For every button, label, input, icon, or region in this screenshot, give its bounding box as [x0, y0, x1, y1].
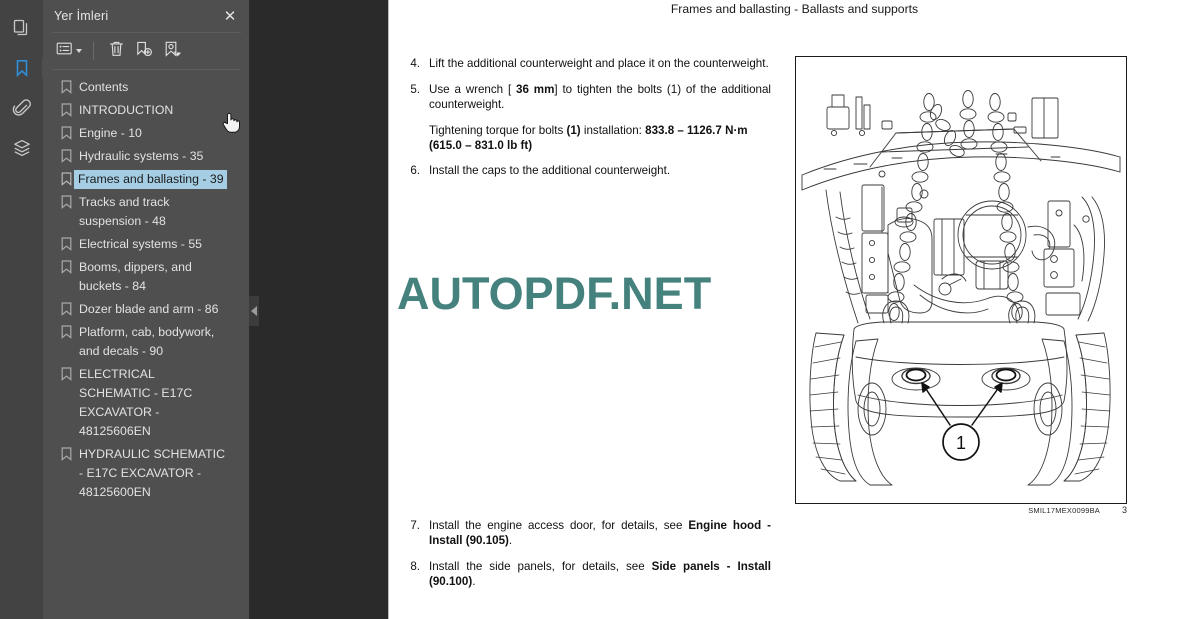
- instruction-step: 8. Install the side panels, for details, …: [401, 559, 771, 589]
- bookmark-item-label: Dozer blade and arm - 86: [79, 302, 219, 316]
- bookmark-item-icon: [58, 170, 74, 188]
- pdf-page: Frames and ballasting - Ballasts and sup…: [388, 0, 1200, 619]
- list-options-button[interactable]: [54, 38, 84, 64]
- bookmark-item-label: HYDRAULIC SCHEMATIC - E17C EXCAVATOR - 4…: [79, 447, 225, 499]
- instruction-step: 4. Lift the additional counterweight and …: [401, 56, 771, 71]
- rail-item-bookmarks[interactable]: [2, 48, 51, 88]
- instruction-steps-bottom: 7. Install the engine access door, for de…: [401, 518, 771, 600]
- bookmarks-toolbar: [44, 33, 249, 69]
- watermark: AUTOPDF.NET: [397, 268, 712, 319]
- delete-bookmark-button[interactable]: [103, 38, 129, 64]
- bookmark-item-icon: [58, 365, 74, 383]
- chevron-left-icon: [251, 306, 257, 316]
- step-number: 5.: [410, 83, 420, 96]
- bookmark-item-label: ELECTRICAL SCHEMATIC - E17C EXCAVATOR - …: [79, 367, 193, 438]
- rail-item-page-thumbnails[interactable]: [2, 8, 42, 48]
- technical-illustration: 1: [795, 56, 1127, 504]
- bookmark-item[interactable]: Tracks and track suspension - 48: [44, 191, 249, 233]
- step-number: 6.: [410, 164, 420, 177]
- list-options-icon: [56, 41, 73, 61]
- edit-bookmark-button[interactable]: [159, 38, 185, 64]
- step-text: Install the side panels, for details, se…: [429, 560, 771, 588]
- bookmark-item[interactable]: Electrical systems - 55: [44, 233, 249, 256]
- bookmark-add-icon: [135, 40, 153, 63]
- bookmark-item[interactable]: Booms, dippers, and buckets - 84: [44, 256, 249, 298]
- bookmark-item[interactable]: Frames and ballasting - 39: [44, 168, 249, 191]
- bookmark-item-icon: [58, 323, 74, 341]
- bookmark-item-label: INTRODUCTION: [79, 103, 174, 117]
- bookmark-item[interactable]: Hydraulic systems - 35: [44, 145, 249, 168]
- collapse-sidebar-handle[interactable]: [249, 296, 259, 326]
- bookmark-item[interactable]: Platform, cab, bodywork, and decals - 90: [44, 321, 249, 363]
- bookmark-item-icon: [58, 300, 74, 318]
- chevron-down-icon: [76, 49, 82, 53]
- trash-icon: [108, 40, 125, 63]
- instruction-step: 6. Install the caps to the additional cou…: [401, 163, 771, 178]
- rail-item-attachments[interactable]: [2, 88, 42, 128]
- step-text: Install the engine access door, for deta…: [429, 519, 771, 547]
- step-text: Use a wrench [ 36 mm] to tighten the bol…: [429, 83, 772, 111]
- bookmark-item[interactable]: HYDRAULIC SCHEMATIC - E17C EXCAVATOR - 4…: [44, 443, 249, 504]
- figure-code: SMIL17MEX0099BA: [1028, 506, 1100, 515]
- panel-header: Yer İmleri ✕: [44, 0, 249, 32]
- step-number: 7.: [410, 519, 420, 532]
- bookmark-item-label: Frames and ballasting - 39: [73, 169, 228, 190]
- bookmark-item-icon: [58, 193, 74, 211]
- bookmark-item[interactable]: Engine - 10: [44, 122, 249, 145]
- bookmark-item[interactable]: Dozer blade and arm - 86: [44, 298, 249, 321]
- figure-caption: SMIL17MEX0099BA 3: [795, 505, 1127, 515]
- document-viewer[interactable]: Frames and ballasting - Ballasts and sup…: [249, 0, 1200, 619]
- bookmark-item-label: Tracks and track suspension - 48: [79, 195, 170, 228]
- step-number: 4.: [410, 57, 420, 70]
- bookmark-list[interactable]: Contents INTRODUCTION Engine - 10 Hydraulic…: [44, 70, 249, 619]
- close-panel-button[interactable]: ✕: [217, 3, 243, 29]
- bookmark-item-label: Platform, cab, bodywork, and decals - 90: [79, 325, 215, 358]
- bookmark-item-icon: [58, 445, 74, 463]
- bookmark-item-label: Contents: [79, 80, 129, 94]
- step-text: Lift the additional counterweight and pl…: [429, 57, 769, 70]
- bookmark-item-icon: [58, 258, 74, 276]
- callout-number-1: 1: [956, 433, 966, 453]
- bookmark-item[interactable]: ELECTRICAL SCHEMATIC - E17C EXCAVATOR - …: [44, 363, 249, 443]
- instruction-step: 7. Install the engine access door, for de…: [401, 518, 771, 548]
- bookmark-item-label: Engine - 10: [79, 126, 142, 140]
- layers-icon: [12, 138, 32, 158]
- step-number: 8.: [410, 560, 420, 573]
- new-bookmark-button[interactable]: [131, 38, 157, 64]
- page-number: 3: [1121, 505, 1127, 515]
- bookmark-item[interactable]: INTRODUCTION: [44, 99, 249, 122]
- bookmarks-panel: Yer İmleri ✕ Contents INTRODUCTION Engin…: [44, 0, 249, 619]
- pdf-viewer-window: Yer İmleri ✕ Contents INTRODUCTION Engin…: [0, 0, 1200, 619]
- step-text: Install the caps to the additional count…: [429, 164, 671, 177]
- bookmark-item-label: Hydraulic systems - 35: [79, 149, 204, 163]
- torque-specification: Tightening torque for bolts (1) installa…: [429, 124, 748, 152]
- page-running-header: Frames and ballasting - Ballasts and sup…: [670, 2, 919, 16]
- bookmark-item-icon: [58, 78, 74, 96]
- bookmark-icon: [12, 58, 32, 78]
- bookmark-item-icon: [58, 147, 74, 165]
- toolbar-divider: [93, 42, 94, 60]
- bookmark-item-label: Electrical systems - 55: [79, 237, 202, 251]
- panel-title: Yer İmleri: [54, 9, 109, 23]
- pages-icon: [12, 18, 32, 38]
- bookmark-item[interactable]: Contents: [44, 76, 249, 99]
- sidebar-icon-rail: [0, 0, 51, 619]
- bookmark-edit-icon: [163, 40, 181, 63]
- paperclip-icon: [12, 98, 32, 118]
- instruction-step: 5. Use a wrench [ 36 mm] to tighten the b…: [401, 82, 771, 112]
- bookmark-item-icon: [58, 101, 74, 119]
- instruction-steps-top: 4. Lift the additional counterweight and …: [401, 56, 771, 189]
- bookmark-item-icon: [58, 124, 74, 142]
- rail-item-layers[interactable]: [2, 128, 42, 168]
- bookmark-item-label: Booms, dippers, and buckets - 84: [79, 260, 192, 293]
- bookmark-item-icon: [58, 235, 74, 253]
